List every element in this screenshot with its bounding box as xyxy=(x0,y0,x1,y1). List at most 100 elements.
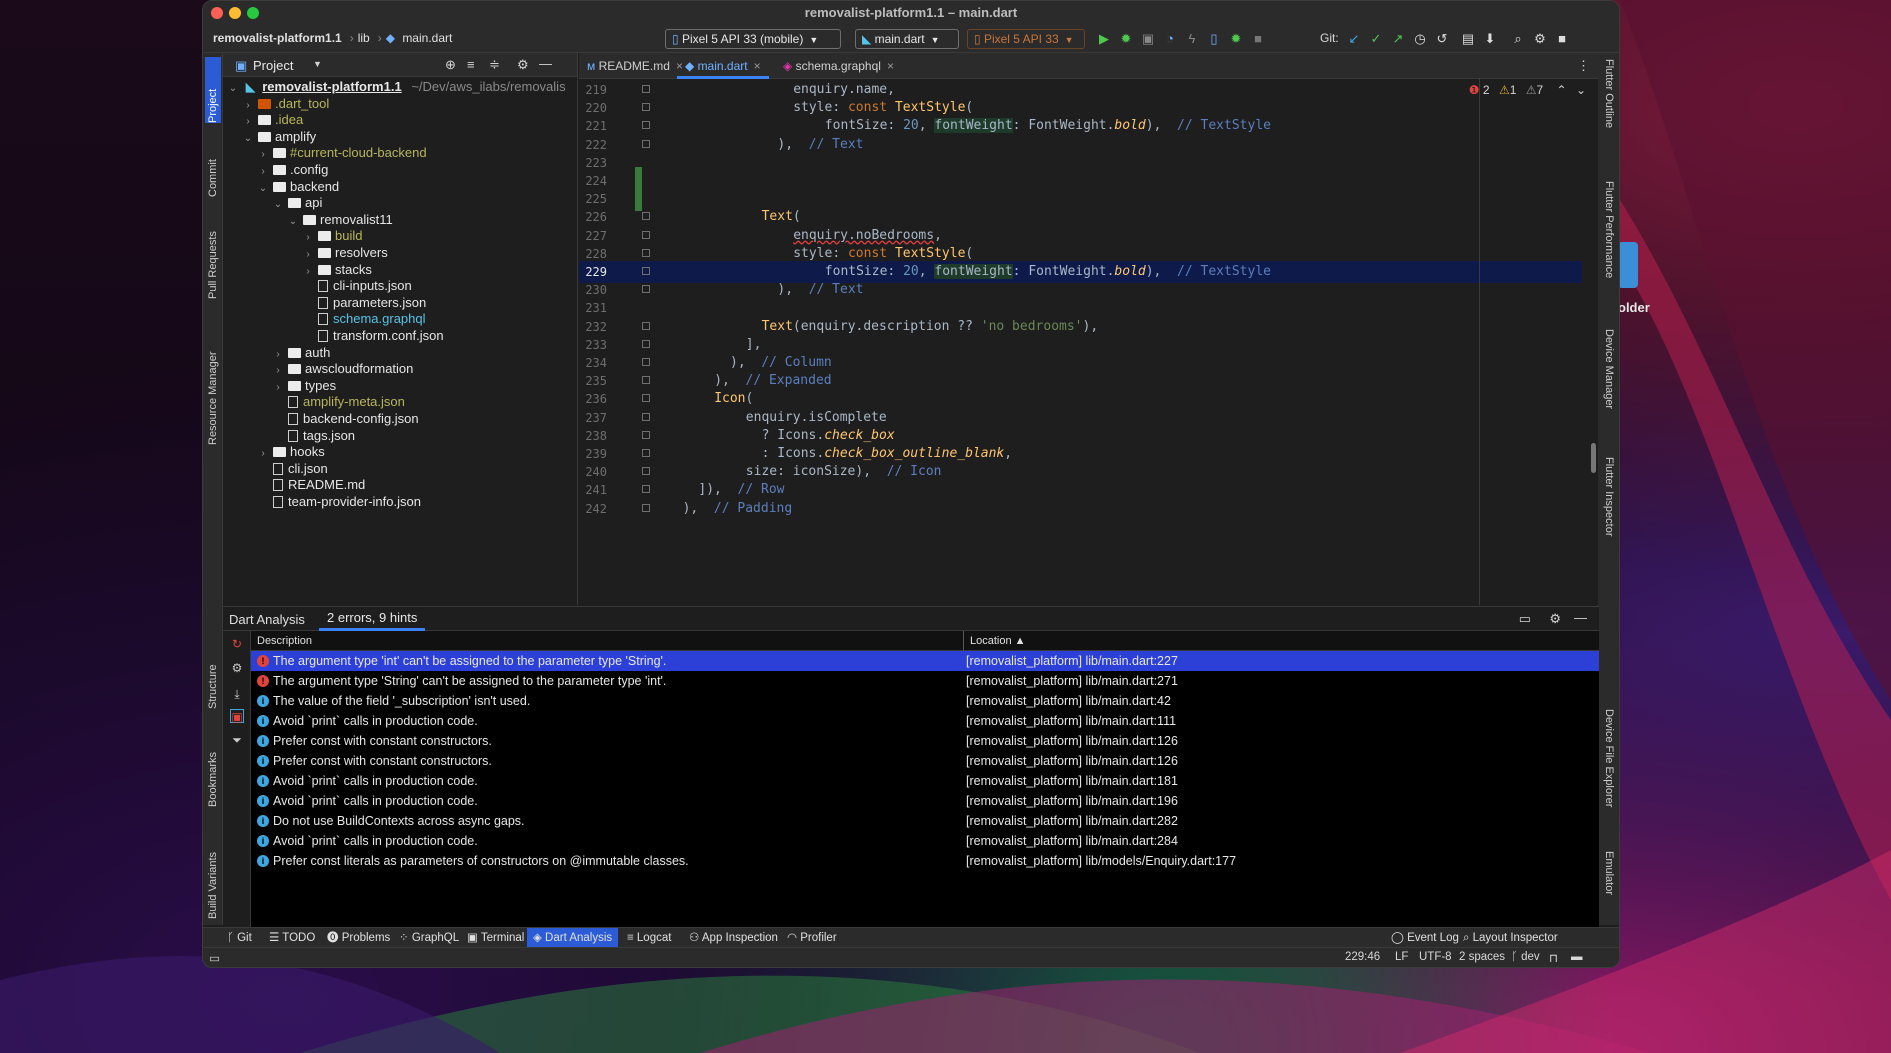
fold-marker-icon[interactable] xyxy=(642,285,650,294)
analysis-row[interactable]: i Prefer const with constant constructors… xyxy=(251,751,1599,771)
settings-icon[interactable]: ⚙ xyxy=(1531,30,1549,48)
fold-marker-icon[interactable] xyxy=(642,321,650,330)
chevron-down-icon[interactable]: ▼ xyxy=(313,59,322,69)
git-push-icon[interactable]: ↗ xyxy=(1389,30,1407,48)
tab-commit[interactable]: Commit xyxy=(205,137,221,197)
tool-window-git[interactable]: ᚴ Git xyxy=(221,928,258,948)
settings-icon[interactable]: ⚙ xyxy=(230,661,244,675)
project-view-selector[interactable]: Project xyxy=(253,58,293,73)
more-tabs-icon[interactable]: ⋮ xyxy=(1577,58,1590,74)
fold-marker-icon[interactable] xyxy=(642,121,650,130)
editor-tab[interactable]: ◈ schema.graphql × xyxy=(775,53,902,79)
panel-toggle-icon[interactable]: ▭ xyxy=(209,951,220,965)
column-description[interactable]: Description xyxy=(257,631,312,651)
fold-marker-icon[interactable] xyxy=(642,394,650,403)
indent-setting[interactable]: 2 spaces xyxy=(1459,951,1505,963)
reanalyze-icon[interactable]: ↻ xyxy=(230,637,244,651)
editor-scrollbar[interactable] xyxy=(1591,443,1596,473)
code-area[interactable]: 219 enquiry.name, 220 style: const TextStyl… xyxy=(579,79,1598,605)
coverage-icon[interactable]: ▣ xyxy=(1139,30,1157,48)
run-icon[interactable]: ▶ xyxy=(1095,30,1113,48)
analysis-row[interactable]: i Avoid `print` calls in production code.… xyxy=(251,831,1599,851)
tool-window-todo[interactable]: ☰ TODO xyxy=(263,928,321,948)
desktop-folder-label[interactable]: older xyxy=(1618,300,1650,315)
breadcrumb-folder[interactable]: lib xyxy=(358,31,370,45)
collapse-all-icon[interactable]: ≑ xyxy=(489,57,500,73)
column-location[interactable]: Location ▲ xyxy=(963,631,1026,651)
tab-emulator[interactable]: Emulator xyxy=(1601,851,1617,917)
hide-panel-icon[interactable]: — xyxy=(539,56,552,71)
secondary-device-selector[interactable]: ▯ Pixel 5 API 33 ▼ xyxy=(967,29,1085,49)
fold-marker-icon[interactable] xyxy=(642,376,650,385)
git-history-icon[interactable]: ◷ xyxy=(1411,30,1429,48)
analysis-row[interactable]: i Avoid `print` calls in production code.… xyxy=(251,711,1599,731)
analysis-row[interactable]: i Prefer const literals as parameters of … xyxy=(251,851,1599,871)
close-window-button[interactable] xyxy=(211,7,223,19)
locate-file-icon[interactable]: ⊕ xyxy=(445,57,456,73)
analysis-row[interactable]: ! The argument type 'String' can't be ass… xyxy=(251,671,1599,691)
analysis-row[interactable]: i Do not use BuildContexts across async g… xyxy=(251,811,1599,831)
analysis-row[interactable]: ! The argument type 'int' can't be assign… xyxy=(251,651,1599,671)
breadcrumb-file[interactable]: main.dart xyxy=(402,31,452,45)
close-tab-icon[interactable]: × xyxy=(887,59,894,73)
tab-resource-manager[interactable]: Resource Manager xyxy=(205,315,221,445)
stop-icon[interactable]: ■ xyxy=(1249,30,1267,48)
device-mirror-icon[interactable]: ▤ xyxy=(1459,30,1477,48)
analysis-row[interactable]: i Avoid `print` calls in production code.… xyxy=(251,771,1599,791)
autoscroll-icon[interactable]: ▣ xyxy=(230,709,244,724)
hide-panel-icon[interactable]: — xyxy=(1574,610,1587,625)
editor-tab[interactable]: ᴍ README.md × xyxy=(579,53,691,79)
tab-structure[interactable]: Structure xyxy=(205,637,221,709)
fold-marker-icon[interactable] xyxy=(642,449,650,457)
tool-window-terminal[interactable]: ▣ Terminal xyxy=(461,928,530,948)
git-commit-icon[interactable]: ✓ xyxy=(1367,30,1385,48)
breadcrumb-project[interactable]: removalist-platform1.1 xyxy=(213,31,342,45)
tab-pull-requests[interactable]: Pull Requests xyxy=(205,209,221,299)
fold-marker-icon[interactable] xyxy=(642,485,650,494)
caret-position[interactable]: 229:46 xyxy=(1345,951,1380,963)
expand-all-icon[interactable]: ≡ xyxy=(467,57,475,72)
filter-icon[interactable]: ⏷ xyxy=(230,733,244,747)
fold-marker-icon[interactable] xyxy=(642,339,650,348)
fold-marker-icon[interactable] xyxy=(642,85,650,93)
attach-debugger-icon[interactable]: ▯ xyxy=(1205,30,1223,48)
tab-device-file-explorer[interactable]: Device File Explorer xyxy=(1601,709,1617,833)
comment-icon[interactable]: ▭ xyxy=(1519,611,1531,627)
tab-device-manager[interactable]: Device Manager xyxy=(1601,329,1617,433)
tool-window-event-log[interactable]: ◯ Event Log xyxy=(1385,928,1465,948)
fold-marker-icon[interactable] xyxy=(642,267,650,275)
notifications-icon[interactable]: ▬ xyxy=(1571,951,1583,963)
desktop-folder-icon[interactable] xyxy=(1618,242,1638,288)
hot-reload-icon[interactable]: ϟ xyxy=(1183,30,1201,48)
tab-build-variants[interactable]: Build Variants xyxy=(205,823,221,919)
analysis-row[interactable]: i Prefer const with constant constructors… xyxy=(251,731,1599,751)
tool-window-graphql[interactable]: ⁘ GraphQL xyxy=(393,928,465,948)
avatar[interactable]: ■ xyxy=(1553,30,1571,48)
git-branch[interactable]: ᚴ dev xyxy=(1511,951,1540,963)
fold-marker-icon[interactable] xyxy=(642,503,650,512)
minimize-window-button[interactable] xyxy=(229,7,241,19)
tool-window-profiler[interactable]: ◠ Profiler xyxy=(781,928,843,948)
fold-marker-icon[interactable] xyxy=(642,430,650,439)
fold-marker-icon[interactable] xyxy=(642,467,650,476)
search-icon[interactable]: ⌕ xyxy=(1509,30,1527,48)
fold-marker-icon[interactable] xyxy=(642,212,650,221)
profile-icon[interactable]: ◔ xyxy=(1161,30,1179,48)
analysis-summary-tab[interactable]: 2 errors, 9 hints xyxy=(319,607,426,631)
file-encoding[interactable]: UTF-8 xyxy=(1419,951,1452,963)
device-selector[interactable]: ▯ Pixel 5 API 33 (mobile) ▼ xyxy=(665,29,841,49)
run-config-selector[interactable]: ◣ main.dart ▼ xyxy=(855,29,959,49)
tab-flutter-inspector[interactable]: Flutter Inspector xyxy=(1601,457,1617,569)
code-line[interactable]: 242), // Padding xyxy=(579,498,1582,520)
tab-project[interactable]: Project xyxy=(205,57,221,123)
fold-marker-icon[interactable] xyxy=(642,358,650,366)
analysis-row[interactable]: i The value of the field '_subscription' … xyxy=(251,691,1599,711)
maximize-window-button[interactable] xyxy=(247,7,259,19)
tree-item[interactable]: team-provider-info.json xyxy=(223,492,578,512)
scroll-to-source-icon[interactable]: ⤓ xyxy=(230,687,244,701)
lock-icon[interactable]: ⊓ xyxy=(1549,951,1558,965)
analysis-row[interactable]: i Avoid `print` calls in production code.… xyxy=(251,791,1599,811)
debug-icon[interactable]: ✹ xyxy=(1117,30,1135,48)
fold-marker-icon[interactable] xyxy=(642,230,650,239)
fold-marker-icon[interactable] xyxy=(642,103,650,112)
